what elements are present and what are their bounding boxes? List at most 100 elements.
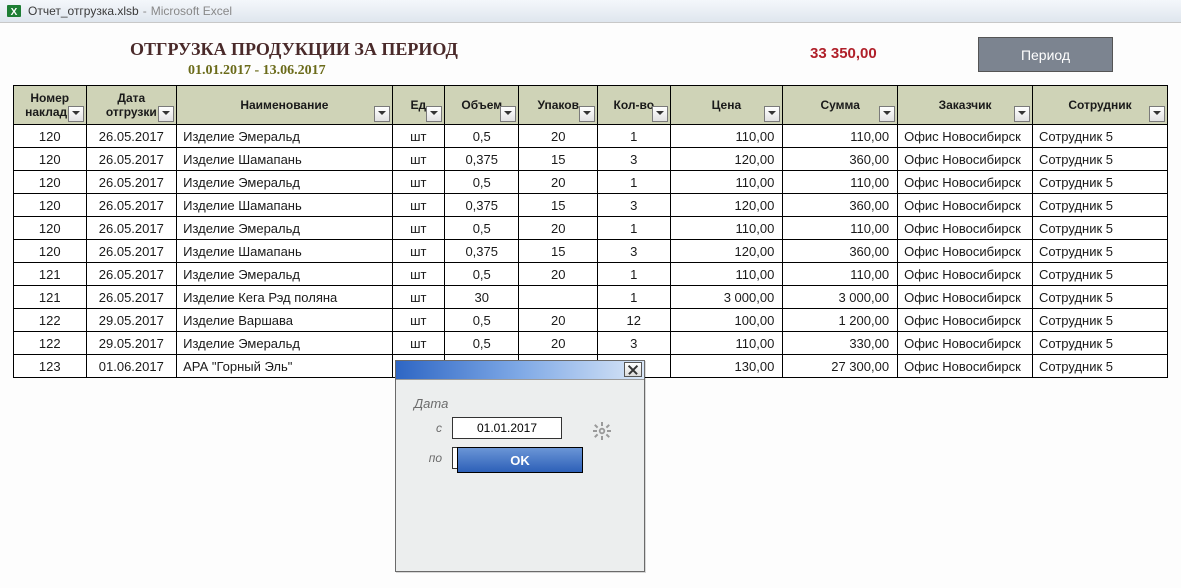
cell-unit[interactable]: шт [392, 125, 444, 148]
cell-num[interactable]: 120 [14, 148, 87, 171]
cell-emp[interactable]: Сотрудник 5 [1033, 332, 1168, 355]
cell-num[interactable]: 120 [14, 194, 87, 217]
cell-date[interactable]: 26.05.2017 [86, 171, 177, 194]
cell-unit[interactable]: шт [392, 171, 444, 194]
cell-name[interactable]: АРА "Горный Эль" [177, 355, 392, 378]
cell-price[interactable]: 110,00 [670, 263, 783, 286]
cell-price[interactable]: 110,00 [670, 125, 783, 148]
table-row[interactable]: 12126.05.2017Изделие Кега Рэд полянашт30… [14, 286, 1168, 309]
cell-num[interactable]: 120 [14, 240, 87, 263]
cell-num[interactable]: 120 [14, 171, 87, 194]
cell-cust[interactable]: Офис Новосибирск [898, 263, 1033, 286]
cell-vol[interactable]: 0,375 [444, 194, 519, 217]
table-row[interactable]: 12026.05.2017Изделие Шамапаньшт0,3751531… [14, 194, 1168, 217]
cell-price[interactable]: 130,00 [670, 355, 783, 378]
column-header-num[interactable]: Номернакладн [14, 86, 87, 125]
cell-pack[interactable]: 20 [519, 263, 598, 286]
table-row[interactable]: 12026.05.2017Изделие Эмеральдшт0,5201110… [14, 171, 1168, 194]
table-row[interactable]: 12026.05.2017Изделие Шамапаньшт0,3751531… [14, 148, 1168, 171]
cell-pack[interactable]: 15 [519, 194, 598, 217]
cell-sum[interactable]: 110,00 [783, 171, 898, 194]
cell-unit[interactable]: шт [392, 194, 444, 217]
gear-icon[interactable] [586, 420, 608, 442]
period-button[interactable]: Период [978, 37, 1113, 72]
cell-unit[interactable]: шт [392, 240, 444, 263]
cell-cust[interactable]: Офис Новосибирск [898, 355, 1033, 378]
cell-cust[interactable]: Офис Новосибирск [898, 171, 1033, 194]
cell-cust[interactable]: Офис Новосибирск [898, 286, 1033, 309]
table-row[interactable]: 12126.05.2017Изделие Эмеральдшт0,5201110… [14, 263, 1168, 286]
column-header-pack[interactable]: Упаков [519, 86, 598, 125]
filter-dropdown-icon[interactable] [764, 106, 780, 122]
cell-date[interactable]: 29.05.2017 [86, 332, 177, 355]
filter-dropdown-icon[interactable] [1149, 106, 1165, 122]
cell-cust[interactable]: Офис Новосибирск [898, 240, 1033, 263]
cell-unit[interactable]: шт [392, 332, 444, 355]
cell-price[interactable]: 100,00 [670, 309, 783, 332]
cell-date[interactable]: 26.05.2017 [86, 286, 177, 309]
cell-unit[interactable]: шт [392, 148, 444, 171]
cell-vol[interactable]: 0,5 [444, 332, 519, 355]
cell-vol[interactable]: 30 [444, 286, 519, 309]
cell-vol[interactable]: 0,5 [444, 263, 519, 286]
cell-emp[interactable]: Сотрудник 5 [1033, 240, 1168, 263]
cell-unit[interactable]: шт [392, 309, 444, 332]
cell-cust[interactable]: Офис Новосибирск [898, 217, 1033, 240]
cell-date[interactable]: 26.05.2017 [86, 148, 177, 171]
cell-qty[interactable]: 1 [598, 171, 671, 194]
cell-name[interactable]: Изделие Шамапань [177, 148, 392, 171]
cell-pack[interactable]: 15 [519, 148, 598, 171]
data-table[interactable]: НомернакладнДатаотгрузкиНаименованиеЕдОб… [13, 85, 1168, 378]
date-from-input[interactable] [452, 417, 562, 439]
cell-num[interactable]: 121 [14, 286, 87, 309]
column-header-emp[interactable]: Сотрудник [1033, 86, 1168, 125]
cell-vol[interactable]: 0,5 [444, 309, 519, 332]
filter-dropdown-icon[interactable] [158, 106, 174, 122]
filter-dropdown-icon[interactable] [1014, 106, 1030, 122]
cell-price[interactable]: 3 000,00 [670, 286, 783, 309]
cell-sum[interactable]: 27 300,00 [783, 355, 898, 378]
cell-pack[interactable]: 20 [519, 217, 598, 240]
cell-sum[interactable]: 3 000,00 [783, 286, 898, 309]
cell-num[interactable]: 122 [14, 309, 87, 332]
cell-pack[interactable] [519, 286, 598, 309]
cell-unit[interactable]: шт [392, 263, 444, 286]
cell-cust[interactable]: Офис Новосибирск [898, 309, 1033, 332]
ok-button[interactable]: OK [457, 447, 583, 473]
column-header-unit[interactable]: Ед [392, 86, 444, 125]
cell-cust[interactable]: Офис Новосибирск [898, 332, 1033, 355]
cell-qty[interactable]: 1 [598, 263, 671, 286]
cell-date[interactable]: 26.05.2017 [86, 125, 177, 148]
cell-pack[interactable]: 20 [519, 125, 598, 148]
cell-vol[interactable]: 0,375 [444, 240, 519, 263]
table-row[interactable]: 12229.05.2017Изделие Эмеральдшт0,5203110… [14, 332, 1168, 355]
cell-emp[interactable]: Сотрудник 5 [1033, 355, 1168, 378]
cell-cust[interactable]: Офис Новосибирск [898, 194, 1033, 217]
cell-emp[interactable]: Сотрудник 5 [1033, 171, 1168, 194]
cell-vol[interactable]: 0,375 [444, 148, 519, 171]
cell-sum[interactable]: 110,00 [783, 217, 898, 240]
cell-name[interactable]: Изделие Шамапань [177, 240, 392, 263]
cell-unit[interactable]: шт [392, 217, 444, 240]
filter-dropdown-icon[interactable] [68, 106, 84, 122]
cell-emp[interactable]: Сотрудник 5 [1033, 263, 1168, 286]
cell-name[interactable]: Изделие Эмеральд [177, 171, 392, 194]
cell-date[interactable]: 01.06.2017 [86, 355, 177, 378]
cell-num[interactable]: 120 [14, 217, 87, 240]
table-row[interactable]: 12026.05.2017Изделие Эмеральдшт0,5201110… [14, 125, 1168, 148]
cell-qty[interactable]: 12 [598, 309, 671, 332]
cell-name[interactable]: Изделие Эмеральд [177, 217, 392, 240]
cell-price[interactable]: 110,00 [670, 332, 783, 355]
table-row[interactable]: 12026.05.2017Изделие Шамапаньшт0,3751531… [14, 240, 1168, 263]
cell-num[interactable]: 122 [14, 332, 87, 355]
cell-sum[interactable]: 330,00 [783, 332, 898, 355]
cell-date[interactable]: 26.05.2017 [86, 217, 177, 240]
filter-dropdown-icon[interactable] [579, 106, 595, 122]
filter-dropdown-icon[interactable] [426, 106, 442, 122]
cell-price[interactable]: 120,00 [670, 148, 783, 171]
cell-emp[interactable]: Сотрудник 5 [1033, 194, 1168, 217]
cell-name[interactable]: Изделие Варшава [177, 309, 392, 332]
cell-emp[interactable]: Сотрудник 5 [1033, 286, 1168, 309]
cell-num[interactable]: 120 [14, 125, 87, 148]
table-row[interactable]: 12229.05.2017Изделие Варшавашт0,52012100… [14, 309, 1168, 332]
